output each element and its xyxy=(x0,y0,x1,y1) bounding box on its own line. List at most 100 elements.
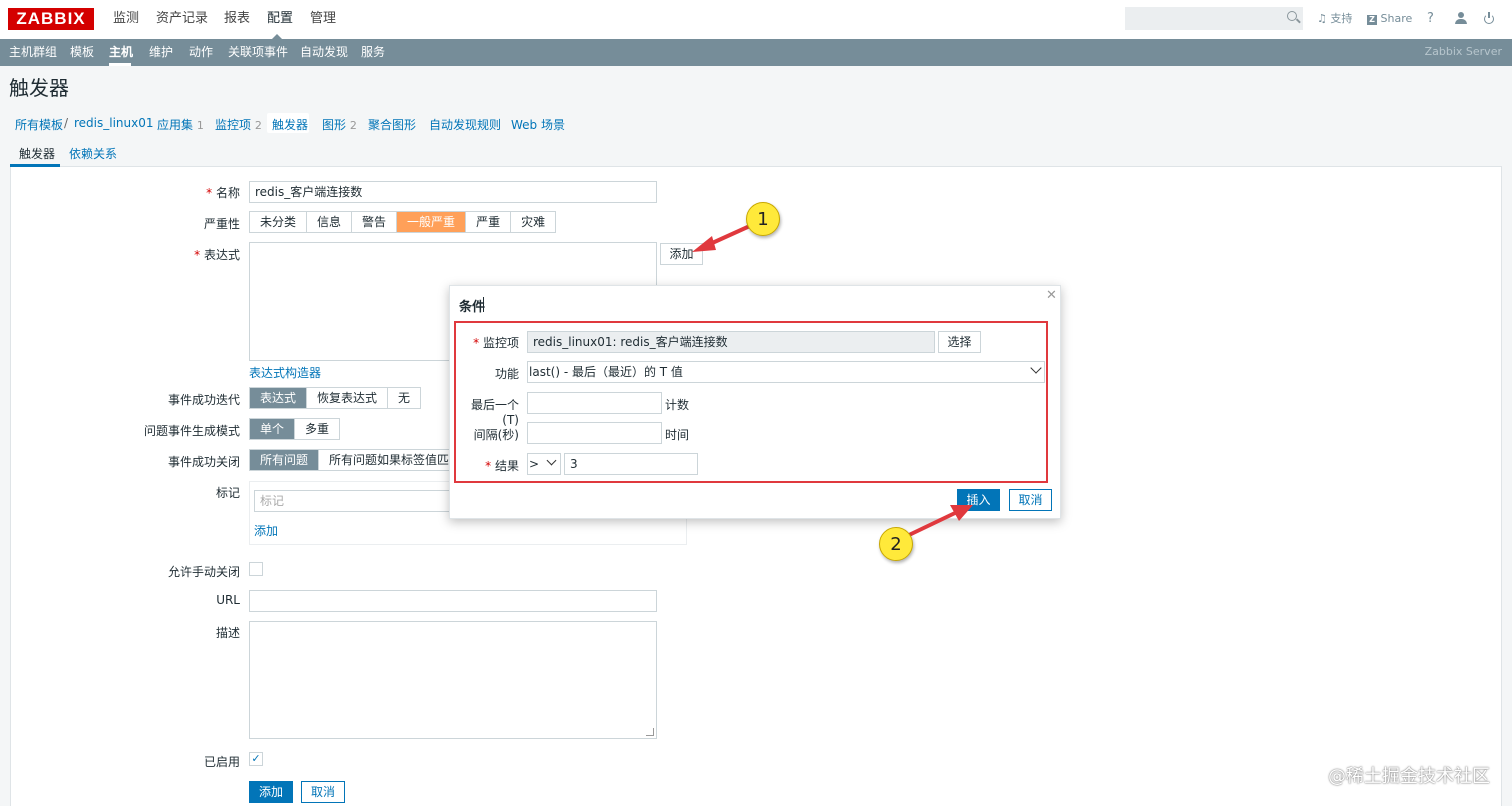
name-label: * 名称 xyxy=(206,186,240,200)
url-label: URL xyxy=(216,593,240,607)
dialog-cancel-button[interactable]: 取消 xyxy=(1009,489,1052,511)
dialog-item-label: * 监控项 xyxy=(473,336,519,350)
submenu-host-groups[interactable]: 主机群组 xyxy=(9,39,57,66)
submenu-services[interactable]: 服务 xyxy=(361,39,385,66)
menu-monitoring[interactable]: 监测 xyxy=(113,0,139,39)
enabled-label: 已启用 xyxy=(203,755,240,769)
breadcrumb-triggers[interactable]: 触发器 xyxy=(272,116,308,133)
dialog-interval-label: 间隔(秒) xyxy=(473,428,519,442)
help-icon[interactable]: ? xyxy=(1427,0,1434,37)
description-textarea[interactable] xyxy=(249,621,657,739)
menu-inventory[interactable]: 资产记录 xyxy=(156,0,208,39)
breadcrumb-graphs[interactable]: 图形 2 xyxy=(322,116,357,133)
user-icon[interactable] xyxy=(1455,12,1467,25)
breadcrumb-web[interactable]: Web 场景 xyxy=(511,116,565,133)
severity-information[interactable]: 信息 xyxy=(307,212,353,232)
annotation-badge-1: 1 xyxy=(746,202,780,236)
form-add-button[interactable]: 添加 xyxy=(249,781,293,803)
breadcrumb-discovery[interactable]: 自动发现规则 xyxy=(429,116,501,133)
tag-add-link[interactable]: 添加 xyxy=(254,522,278,539)
mode-multiple[interactable]: 多重 xyxy=(295,419,339,439)
severity-high[interactable]: 严重 xyxy=(466,212,512,232)
close-icon[interactable]: ✕ xyxy=(1046,288,1057,303)
severity-average[interactable]: 一般严重 xyxy=(397,212,467,232)
ok-event-expression[interactable]: 表达式 xyxy=(250,388,308,408)
breadcrumb-host[interactable]: redis_linux01 xyxy=(74,116,154,130)
description-label: 描述 xyxy=(215,626,240,640)
ok-event-label: 事件成功迭代 xyxy=(167,393,240,407)
submenu-hosts[interactable]: 主机 xyxy=(109,39,133,66)
dialog-result-label: * 结果 xyxy=(485,459,519,473)
page-title: 触发器 xyxy=(9,76,69,100)
applications-count: 1 xyxy=(196,119,204,132)
text-cursor xyxy=(483,297,484,312)
logout-icon[interactable] xyxy=(1484,12,1494,24)
manual-close-checkbox[interactable] xyxy=(249,562,263,576)
menu-administration[interactable]: 管理 xyxy=(310,0,336,39)
close-all-problems[interactable]: 所有问题 xyxy=(250,450,320,470)
tab-trigger[interactable]: 触发器 xyxy=(19,145,55,162)
dialog-function-select[interactable]: last() - 最后（最近）的 T 值 xyxy=(527,361,1045,383)
breadcrumb-screens[interactable]: 聚合图形 xyxy=(368,116,416,133)
ok-close-label: 事件成功关闭 xyxy=(167,455,240,469)
support-link[interactable]: ♫ 支持 xyxy=(1317,0,1352,37)
items-count: 2 xyxy=(254,119,262,132)
share-link[interactable]: Z Share xyxy=(1367,0,1412,37)
dialog-item-input[interactable]: redis_linux01: redis_客户端连接数 xyxy=(527,331,935,353)
dialog-title: 条件 xyxy=(459,300,486,315)
submenu-active-indicator xyxy=(109,63,131,66)
submenu-templates[interactable]: 模板 xyxy=(70,39,94,66)
dialog-interval-input[interactable] xyxy=(527,422,662,444)
severity-selector: 未分类 信息 警告 一般严重 严重 灾难 xyxy=(249,211,557,233)
severity-not-classified[interactable]: 未分类 xyxy=(250,212,308,232)
server-name: Zabbix Server xyxy=(1424,45,1502,58)
ok-event-recovery-expression[interactable]: 恢复表达式 xyxy=(307,388,389,408)
dialog-select-button[interactable]: 选择 xyxy=(938,331,981,353)
zabbix-logo[interactable]: ZABBIX xyxy=(8,8,94,30)
submenu-actions[interactable]: 动作 xyxy=(189,39,213,66)
dialog-last-input[interactable] xyxy=(527,392,662,414)
problem-mode-label: 问题事件生成模式 xyxy=(143,424,240,438)
enabled-checkbox[interactable]: ✓ xyxy=(249,752,263,766)
ok-close-selector: 所有问题 所有问题如果标签值匹配 xyxy=(249,449,473,471)
form-cancel-button[interactable]: 取消 xyxy=(301,781,345,803)
breadcrumb-separator: / xyxy=(64,116,69,130)
items-label: 监控项 xyxy=(215,118,252,132)
manual-close-label: 允许手动关闭 xyxy=(167,565,240,579)
submenu-maintenance[interactable]: 维护 xyxy=(149,39,173,66)
search-icon[interactable] xyxy=(1287,11,1297,21)
support-label: 支持 xyxy=(1330,12,1353,25)
tabs-bar xyxy=(10,141,1502,167)
dialog-interval-suffix: 时间 xyxy=(665,428,690,442)
mode-single[interactable]: 单个 xyxy=(250,419,296,439)
share-icon: Z xyxy=(1367,15,1377,25)
menu-reports[interactable]: 报表 xyxy=(224,0,250,39)
ok-event-selector: 表达式 恢复表达式 无 xyxy=(249,387,422,409)
name-input[interactable]: redis_客户端连接数 xyxy=(249,181,657,203)
submenu-event-correlation[interactable]: 关联项事件 xyxy=(228,39,288,66)
headset-icon: ♫ xyxy=(1317,12,1327,25)
severity-disaster[interactable]: 灾难 xyxy=(511,212,555,232)
severity-label: 严重性 xyxy=(203,217,240,231)
submenu-discovery[interactable]: 自动发现 xyxy=(300,39,348,66)
tab-dependencies[interactable]: 依赖关系 xyxy=(69,145,117,162)
graphs-label: 图形 xyxy=(322,118,347,132)
breadcrumb-all-templates[interactable]: 所有模板 xyxy=(15,116,63,133)
expression-label: * 表达式 xyxy=(194,248,240,262)
resize-handle-icon[interactable] xyxy=(646,728,654,736)
breadcrumb-items[interactable]: 监控项 2 xyxy=(215,116,262,133)
url-input[interactable] xyxy=(249,590,657,612)
dialog-last-suffix: 计数 xyxy=(665,398,690,412)
watermark: @稀土掘金技术社区 xyxy=(1328,766,1490,787)
share-label: Share xyxy=(1380,12,1413,25)
tag-input[interactable]: 标记 xyxy=(254,490,454,512)
sub-menu-bar xyxy=(0,39,1512,66)
expression-builder-link[interactable]: 表达式构造器 xyxy=(249,364,321,381)
dialog-result-input[interactable]: 3 xyxy=(564,453,698,475)
applications-label: 应用集 xyxy=(157,118,194,132)
breadcrumb-applications[interactable]: 应用集 1 xyxy=(157,116,204,133)
ok-event-none[interactable]: 无 xyxy=(388,388,420,408)
dialog-result-operator[interactable]: > xyxy=(527,453,561,475)
severity-warning[interactable]: 警告 xyxy=(352,212,398,232)
search-input[interactable] xyxy=(1125,7,1303,30)
